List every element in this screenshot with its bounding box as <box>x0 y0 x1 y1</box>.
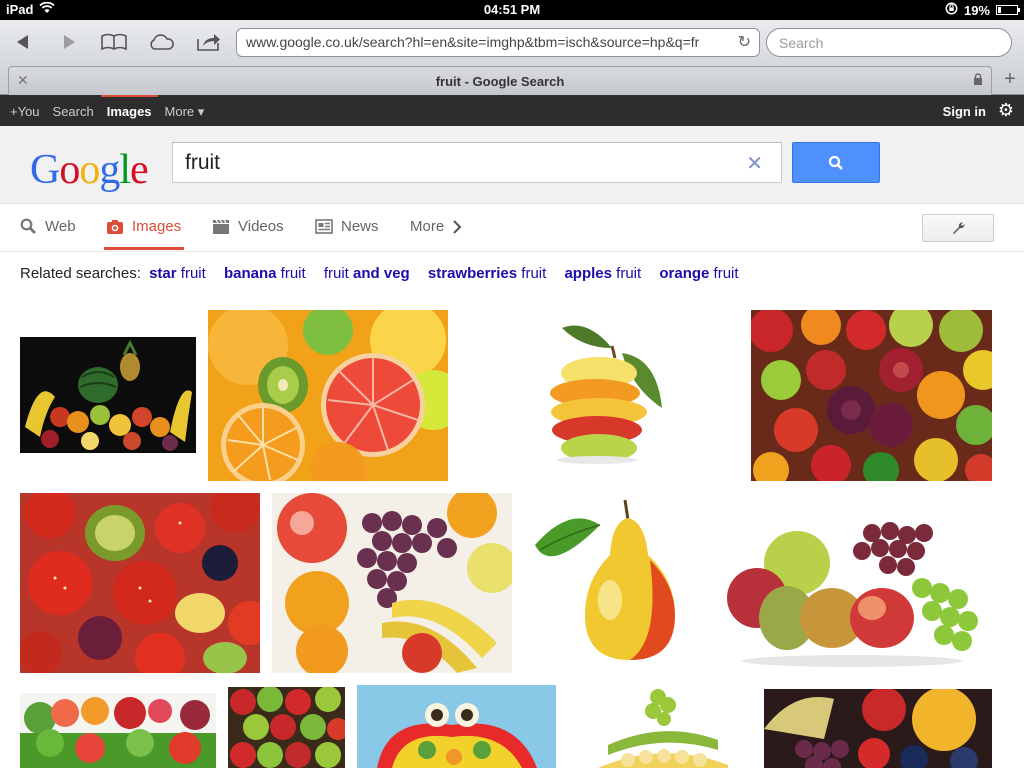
google-bar: +You Search Images More ▾ Sign in ⚙ <box>0 95 1024 126</box>
bookmarks-button[interactable] <box>99 27 129 57</box>
tab-news[interactable]: News <box>315 218 379 235</box>
back-arrow-icon <box>17 35 28 49</box>
tab-videos[interactable]: Videos <box>212 218 284 235</box>
gear-icon[interactable]: ⚙ <box>998 100 1014 121</box>
newspaper-icon <box>315 219 333 234</box>
battery-icon <box>996 5 1020 15</box>
image-result-thumbnail[interactable] <box>20 493 260 673</box>
image-result-thumbnail[interactable] <box>357 685 556 768</box>
related-search-bold: strawberries <box>427 265 518 282</box>
image-result-thumbnail[interactable] <box>272 493 512 673</box>
sign-in-link[interactable]: Sign in <box>943 104 986 119</box>
cloud-icon <box>150 34 174 50</box>
related-searches: Related searches: star fruit banana frui… <box>20 265 739 282</box>
image-result-thumbnail[interactable] <box>208 310 448 481</box>
film-icon <box>213 219 229 234</box>
back-button[interactable] <box>8 27 38 57</box>
search-button[interactable] <box>792 142 880 183</box>
related-search-rest: fruit <box>176 265 206 282</box>
active-tab-underline <box>104 247 184 250</box>
tab-more[interactable]: More <box>410 218 462 235</box>
chevron-right-icon <box>453 219 462 234</box>
gbar-item-images[interactable]: Images <box>100 95 158 120</box>
battery-percent: 19% <box>963 2 990 18</box>
image-result-thumbnail[interactable] <box>20 337 196 453</box>
book-icon <box>101 33 127 51</box>
browser-tab[interactable]: ✕ fruit - Google Search <box>8 66 992 95</box>
browser-toolbar: www.google.co.uk/search?hl=en&site=imghp… <box>0 20 1024 95</box>
forward-arrow-icon <box>64 35 75 49</box>
reload-icon[interactable]: ↻ <box>738 32 751 52</box>
related-search-rest: fruit <box>612 265 642 282</box>
tab-videos-label: Videos <box>238 218 284 235</box>
related-search-bold: apples <box>564 265 612 282</box>
url-text: www.google.co.uk/search?hl=en&site=imghp… <box>246 34 700 50</box>
related-search-bold: banana <box>223 265 277 282</box>
image-result-thumbnail[interactable] <box>722 493 991 673</box>
search-input[interactable]: fruit ✕ <box>172 142 782 183</box>
google-logo[interactable]: Google <box>30 146 149 194</box>
query-text: fruit <box>185 151 221 174</box>
status-bar: iPad 04:51 PM 19% <box>0 0 1024 20</box>
share-button[interactable] <box>194 27 224 57</box>
tab-title: fruit - Google Search <box>435 74 565 89</box>
wrench-icon <box>953 222 965 234</box>
image-result-thumbnail[interactable] <box>764 689 992 768</box>
tab-bar: ✕ fruit - Google Search + <box>0 64 1024 95</box>
related-search-link[interactable]: apples fruit <box>564 265 641 282</box>
lock-icon <box>973 73 983 88</box>
related-search-rest: fruit <box>517 265 547 282</box>
search-icon <box>20 218 36 234</box>
tab-web-label: Web <box>45 218 76 235</box>
icloud-tabs-button[interactable] <box>146 27 176 57</box>
related-search-bold: orange <box>659 265 710 282</box>
clear-icon[interactable]: ✕ <box>746 151 763 176</box>
image-result-thumbnail[interactable] <box>20 693 216 768</box>
search-icon <box>828 155 843 170</box>
gbar-item-search[interactable]: Search <box>53 104 94 120</box>
tab-more-label: More <box>410 218 445 235</box>
related-search-link[interactable]: strawberries fruit <box>428 265 546 282</box>
related-searches-label: Related searches: <box>20 265 141 282</box>
tab-images-label: Images <box>132 218 182 235</box>
related-search-link[interactable]: banana fruit <box>224 265 306 282</box>
image-result-thumbnail[interactable] <box>530 500 685 670</box>
forward-button[interactable] <box>54 27 84 57</box>
search-type-tabs: Web Images Videos News More <box>0 204 1024 252</box>
gbar-item-more[interactable]: More ▾ <box>165 104 205 120</box>
related-search-rest: fruit <box>709 265 739 282</box>
tab-images[interactable]: Images <box>106 218 181 235</box>
related-search-link[interactable]: star fruit <box>149 265 206 282</box>
rotation-lock-icon <box>945 2 958 18</box>
share-icon <box>197 34 220 51</box>
search-tools-button[interactable] <box>922 214 994 242</box>
search-header: Google fruit ✕ <box>0 126 1024 204</box>
image-result-thumbnail[interactable] <box>751 310 992 481</box>
image-result-thumbnail[interactable] <box>228 687 345 768</box>
related-search-rest: fruit <box>276 265 306 282</box>
camera-icon <box>107 219 123 234</box>
gbar-item-plus-you[interactable]: +You <box>10 104 40 120</box>
clock: 04:51 PM <box>483 2 541 17</box>
tab-web[interactable]: Web <box>20 218 76 235</box>
address-bar[interactable]: www.google.co.uk/search?hl=en&site=imghp… <box>236 28 760 57</box>
related-search-link[interactable]: fruit and veg <box>324 265 410 282</box>
related-search-pre: fruit <box>323 265 354 282</box>
image-result-thumbnail[interactable] <box>568 685 751 768</box>
tab-news-label: News <box>341 218 379 235</box>
related-search-bold: star <box>149 265 177 282</box>
related-search-bold: and veg <box>353 265 410 282</box>
image-result-thumbnail[interactable] <box>527 318 665 466</box>
new-tab-button[interactable]: + <box>998 68 1022 93</box>
related-search-link[interactable]: orange fruit <box>659 265 738 282</box>
browser-search-field[interactable]: Search <box>766 28 1012 57</box>
